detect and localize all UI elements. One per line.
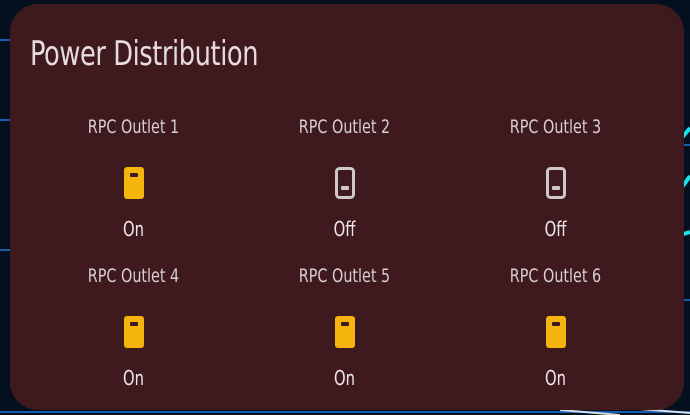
outlet-state: Off — [333, 217, 356, 241]
outlet-name: RPC Outlet 4 — [87, 265, 180, 287]
outlet-name: RPC Outlet 2 — [298, 116, 391, 138]
outlet-tile-2[interactable]: RPC Outlet 2 Off — [239, 108, 450, 257]
outlet-tile-4[interactable]: RPC Outlet 4 On — [28, 257, 239, 406]
outlet-tile-5[interactable]: RPC Outlet 5 On — [239, 257, 450, 406]
outlet-tile-6[interactable]: RPC Outlet 6 On — [450, 257, 661, 406]
outlet-state: On — [123, 366, 144, 390]
power-socket-on-icon — [124, 316, 144, 348]
card-title: Power Distribution — [30, 34, 259, 74]
power-socket-on-icon — [124, 167, 144, 199]
outlet-state: On — [334, 366, 355, 390]
outlet-name: RPC Outlet 6 — [509, 265, 602, 287]
outlet-grid: RPC Outlet 1 On RPC Outlet 2 Off RPC Out… — [28, 108, 661, 406]
power-socket-off-icon — [546, 167, 566, 199]
outlet-tile-3[interactable]: RPC Outlet 3 Off — [450, 108, 661, 257]
outlet-name: RPC Outlet 1 — [87, 116, 180, 138]
outlet-name: RPC Outlet 5 — [298, 265, 391, 287]
power-socket-on-icon — [546, 316, 566, 348]
outlet-state: Off — [544, 217, 567, 241]
outlet-tile-1[interactable]: RPC Outlet 1 On — [28, 108, 239, 257]
outlet-state: On — [545, 366, 566, 390]
power-socket-off-icon — [335, 167, 355, 199]
power-socket-on-icon — [335, 316, 355, 348]
power-distribution-card: Power Distribution RPC Outlet 1 On RPC O… — [10, 4, 684, 410]
outlet-state: On — [123, 217, 144, 241]
outlet-name: RPC Outlet 3 — [509, 116, 602, 138]
